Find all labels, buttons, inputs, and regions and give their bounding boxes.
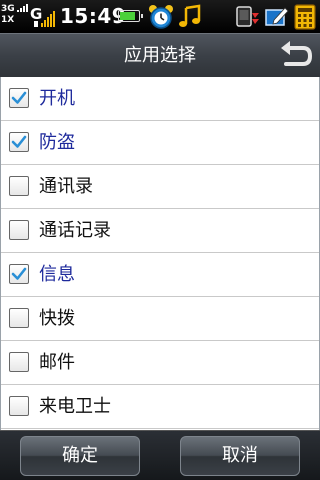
list-item-label: 邮件	[39, 352, 75, 373]
list-item-contacts[interactable]: 通讯录	[1, 165, 319, 209]
list-item-label: 来电卫士	[39, 396, 111, 417]
list-item-label: 快拨	[39, 308, 75, 329]
checkbox-call-log[interactable]	[9, 220, 29, 240]
status-bar: 3G 1X G 15:49	[0, 0, 320, 33]
svg-text:G: G	[30, 5, 42, 23]
calculator-icon	[293, 3, 317, 35]
check-mark-icon	[11, 135, 27, 148]
app-selection-screen: 3G 1X G 15:49 应用选择 开机 防盗 通讯录 通话记录 信息 快拨 …	[0, 0, 320, 480]
cancel-button[interactable]: 取消	[180, 436, 300, 476]
network-type-1x: 1X	[1, 15, 15, 25]
checkbox-speed-dial[interactable]	[9, 308, 29, 328]
app-list: 开机 防盗 通讯录 通话记录 信息 快拨 邮件 来电卫士	[0, 77, 320, 430]
list-item-call-log[interactable]: 通话记录	[1, 209, 319, 253]
back-arrow-icon	[281, 41, 313, 66]
new-message-icon	[264, 4, 290, 34]
checkbox-contacts[interactable]	[9, 176, 29, 196]
alarm-clock-icon	[148, 4, 174, 34]
checkbox-anti-theft[interactable]	[9, 132, 29, 152]
list-item-label: 防盗	[39, 132, 75, 153]
list-item-speed-dial[interactable]: 快拨	[1, 297, 319, 341]
bottom-bar: 确定 取消	[0, 430, 320, 480]
back-button[interactable]	[277, 40, 315, 72]
network-type-3g: 3G	[1, 4, 15, 14]
page-title: 应用选择	[124, 45, 196, 66]
list-item-messages[interactable]: 信息	[1, 253, 319, 297]
title-bar: 应用选择	[0, 33, 320, 77]
missed-call-icon	[235, 4, 261, 34]
battery-icon	[118, 10, 143, 22]
clock-time: 15:49	[60, 4, 127, 28]
list-item-label: 通讯录	[39, 176, 93, 197]
checkbox-startup[interactable]	[9, 88, 29, 108]
list-item-startup[interactable]: 开机	[1, 77, 319, 121]
list-item-call-guard[interactable]: 来电卫士	[1, 385, 319, 429]
checkbox-call-guard[interactable]	[9, 396, 29, 416]
check-mark-icon	[11, 91, 27, 104]
list-item-label: 信息	[39, 264, 75, 285]
checkbox-messages[interactable]	[9, 264, 29, 284]
gprs-icon: G	[30, 3, 44, 33]
confirm-button[interactable]: 确定	[20, 436, 140, 476]
list-item-email[interactable]: 邮件	[1, 341, 319, 385]
list-item-label: 开机	[39, 88, 75, 109]
list-item-label: 通话记录	[39, 220, 111, 241]
music-note-icon	[178, 4, 202, 34]
list-item-anti-theft[interactable]: 防盗	[1, 121, 319, 165]
battery-level	[120, 12, 135, 20]
checkbox-email[interactable]	[9, 352, 29, 372]
check-mark-icon	[11, 267, 27, 280]
